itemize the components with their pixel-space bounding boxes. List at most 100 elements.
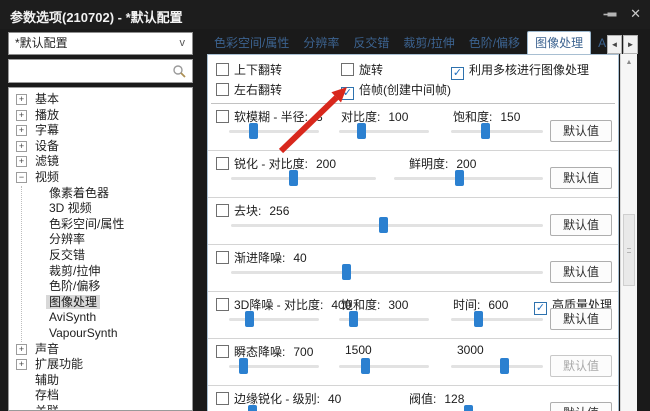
tab-scroll-right-icon[interactable]: ► [623, 35, 638, 54]
slider[interactable] [394, 170, 543, 186]
slider-thumb[interactable] [357, 123, 366, 139]
tree-item[interactable]: 像素着色器 [22, 186, 192, 202]
default-button[interactable]: 默认值 [550, 355, 612, 377]
expand-icon[interactable]: + [16, 141, 27, 152]
scrollbar[interactable]: ▲ [620, 54, 637, 411]
slider-thumb[interactable] [361, 358, 370, 374]
tree-item[interactable]: 辅助 [9, 373, 192, 389]
search-icon[interactable] [172, 64, 187, 79]
slider-thumb[interactable] [464, 405, 473, 411]
tree-item[interactable]: 分辨率 [22, 232, 192, 248]
close-icon[interactable]: ✕ [630, 6, 641, 22]
slider[interactable] [394, 405, 543, 411]
tab-item[interactable]: 裁剪/拉伸 [396, 32, 461, 55]
slider-thumb[interactable] [245, 311, 254, 327]
expand-icon[interactable]: + [16, 359, 27, 370]
checkbox-icon[interactable] [216, 83, 229, 96]
default-button[interactable]: 默认值 [550, 308, 612, 330]
default-button[interactable]: 默认值 [550, 261, 612, 283]
tree-item[interactable]: 色阶/偏移 [22, 279, 192, 295]
slider[interactable] [229, 123, 319, 139]
tree-item[interactable]: 色彩空间/属性 [22, 217, 192, 233]
slider-thumb[interactable] [239, 358, 248, 374]
slider-thumb[interactable] [248, 405, 257, 411]
tab-item[interactable]: 色彩空间/属性 [207, 32, 296, 55]
slider[interactable] [339, 358, 429, 374]
checkbox-icon[interactable] [216, 345, 229, 358]
slider[interactable] [231, 217, 543, 233]
preset-select[interactable]: *默认配置 v [8, 32, 193, 55]
flip-checkbox[interactable]: 利用多核进行图像处理 [451, 61, 589, 80]
default-button[interactable]: 默认值 [550, 167, 612, 189]
tree-item[interactable]: +声音 [9, 342, 192, 358]
checkbox-icon[interactable] [216, 204, 229, 217]
expand-icon[interactable]: + [16, 344, 27, 355]
flip-checkbox[interactable]: 倍帧(创建中间帧) [341, 81, 451, 100]
scrollbar-thumb[interactable] [623, 214, 635, 286]
search-input[interactable] [12, 62, 171, 82]
tree-item[interactable]: +字幕 [9, 123, 192, 139]
collapse-icon[interactable]: − [16, 172, 27, 183]
slider[interactable] [339, 123, 429, 139]
slider[interactable] [229, 358, 319, 374]
tree-item[interactable]: 图像处理 [22, 295, 192, 311]
slider[interactable] [451, 358, 543, 374]
slider[interactable] [231, 170, 376, 186]
tree-item[interactable]: +基本 [9, 92, 192, 108]
expand-icon[interactable]: + [16, 110, 27, 121]
checkbox-icon[interactable] [216, 157, 229, 170]
slider[interactable] [231, 264, 543, 280]
tab-scroll-left-icon[interactable]: ◄ [607, 35, 622, 54]
slider[interactable] [451, 123, 543, 139]
slider-thumb[interactable] [379, 217, 388, 233]
flip-checkbox[interactable]: 左右翻转 [216, 81, 282, 98]
tab-item[interactable]: 图像处理 [527, 31, 591, 55]
slider-thumb[interactable] [500, 358, 509, 374]
tab-item[interactable]: 反交错 [346, 32, 396, 55]
tab-item[interactable]: 色阶/偏移 [462, 32, 527, 55]
tree-item[interactable]: 存档 [9, 388, 192, 404]
default-button[interactable]: 默认值 [550, 214, 612, 236]
slider-thumb[interactable] [289, 170, 298, 186]
tree-item[interactable]: +播放 [9, 108, 192, 124]
slider[interactable] [229, 311, 319, 327]
tree-item[interactable]: 3D 视频 [22, 201, 192, 217]
slider-thumb[interactable] [349, 311, 358, 327]
tree-item[interactable]: 裁剪/拉伸 [22, 264, 192, 280]
default-button[interactable]: 默认值 [550, 120, 612, 142]
checkbox-icon[interactable] [341, 63, 354, 76]
tab-item[interactable]: AviSynth [591, 32, 606, 55]
tree-item[interactable]: +扩展功能 [9, 357, 192, 373]
flip-checkbox[interactable]: 旋转 [341, 61, 383, 78]
pin-icon[interactable] [602, 7, 618, 23]
checkbox-icon[interactable] [216, 251, 229, 264]
expand-icon[interactable]: + [16, 125, 27, 136]
slider[interactable] [231, 405, 376, 411]
default-button[interactable]: 默认值 [550, 402, 612, 411]
tab-item[interactable]: 分辨率 [296, 32, 346, 55]
tree-item[interactable]: 反交错 [22, 248, 192, 264]
checkbox-icon[interactable] [216, 63, 229, 76]
tree-item[interactable]: 关联 [9, 404, 192, 411]
checkbox-checked-icon[interactable] [451, 67, 464, 80]
slider-thumb[interactable] [481, 123, 490, 139]
slider[interactable] [451, 311, 543, 327]
expand-icon[interactable]: + [16, 156, 27, 167]
tree-item[interactable]: −视频 [9, 170, 192, 186]
tree-item[interactable]: AviSynth [22, 310, 192, 326]
slider-thumb[interactable] [342, 264, 351, 280]
slider-thumb[interactable] [455, 170, 464, 186]
checkbox-icon[interactable] [216, 298, 229, 311]
tree-item[interactable]: +设备 [9, 139, 192, 155]
checkbox-icon[interactable] [216, 110, 229, 123]
slider[interactable] [339, 311, 429, 327]
tree-item[interactable]: VapourSynth [22, 326, 192, 342]
checkbox-icon[interactable] [216, 392, 229, 405]
tree-item[interactable]: +滤镜 [9, 154, 192, 170]
checkbox-checked-icon[interactable] [341, 87, 354, 100]
expand-icon[interactable]: + [16, 94, 27, 105]
slider-thumb[interactable] [249, 123, 258, 139]
slider-thumb[interactable] [474, 311, 483, 327]
scroll-up-icon[interactable]: ▲ [621, 55, 637, 70]
flip-checkbox[interactable]: 上下翻转 [216, 61, 282, 78]
